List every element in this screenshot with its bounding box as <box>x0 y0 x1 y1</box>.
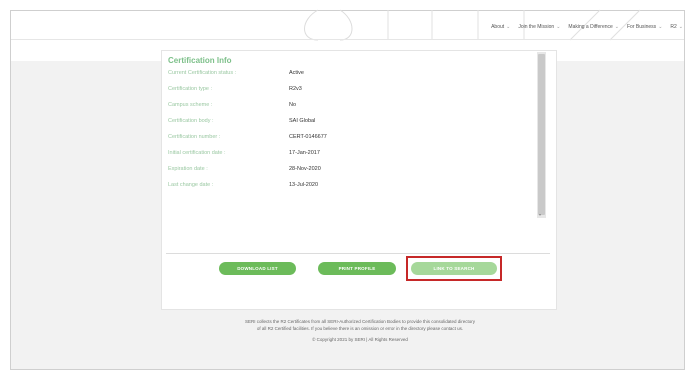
copyright-text: © Copyright 2021 by SERI | All Rights Re… <box>312 337 408 342</box>
section-title: Certification Info <box>168 56 232 65</box>
detail-label: Certification type : <box>168 86 213 92</box>
nav-item-label: Making a Difference <box>568 24 613 30</box>
detail-value: R2v3 <box>289 86 302 92</box>
nav-item-label: For Business <box>627 24 657 30</box>
footer-text-line: of all R2 Certified facilities. If you b… <box>256 326 464 331</box>
chevron-down-icon: ⌄ <box>658 24 663 30</box>
detail-row: Campus scheme : No <box>168 102 418 116</box>
detail-label: Campus scheme : <box>168 102 213 108</box>
nav-item-about[interactable]: About ⌄ <box>491 24 510 30</box>
detail-value: SAI Global <box>289 118 316 124</box>
detail-row: Initial certification date : 17-Jan-2017 <box>168 150 418 164</box>
actions-divider <box>166 253 550 254</box>
detail-value: 28-Nov-2020 <box>289 166 321 172</box>
chevron-down-icon: ⌄ <box>614 24 619 30</box>
detail-row: Expiration date : 28-Nov-2020 <box>168 166 418 180</box>
highlight-box <box>406 256 502 281</box>
detail-label: Expiration date : <box>168 166 208 172</box>
top-navigation: About ⌄ Join the Mission ⌄ Making a Differ… <box>491 24 683 30</box>
detail-label: Certification number : <box>168 134 221 140</box>
detail-label: Initial certification date : <box>168 150 226 156</box>
detail-row: Certification type : R2v3 <box>168 86 418 100</box>
detail-value: No <box>289 102 297 108</box>
detail-value: 17-Jan-2017 <box>289 150 320 156</box>
detail-value: Active <box>289 70 304 76</box>
detail-value: 13-Jul-2020 <box>289 182 319 188</box>
nav-item-join-the-mission[interactable]: Join the Mission ⌄ <box>518 24 560 30</box>
footer-text-line: SERI collects the R2 Certificates from a… <box>244 319 476 324</box>
print-profile-button[interactable]: PRINT PROFILE <box>318 262 396 275</box>
nav-item-label: Join the Mission <box>518 24 555 30</box>
footer: SERI collects the R2 Certificates from a… <box>180 318 540 343</box>
chevron-down-icon: ⌄ <box>506 24 511 30</box>
detail-row: Current Certification status : Active <box>168 70 418 84</box>
detail-label: Last change date : <box>168 182 214 188</box>
nav-item-label: R2 <box>670 24 677 30</box>
detail-label: Current Certification status : <box>168 70 237 76</box>
chevron-down-icon: ⌄ <box>678 24 683 30</box>
detail-value: CERT-0146677 <box>289 134 327 140</box>
detail-row: Last change date : 13-Jul-2020 <box>168 182 418 196</box>
detail-row: Certification body : SAI Global <box>168 118 418 132</box>
chevron-down-icon: ⌄ <box>556 24 561 30</box>
nav-item-for-business[interactable]: For Business ⌄ <box>627 24 662 30</box>
scroll-down-arrow-icon[interactable]: ▾ <box>539 212 541 217</box>
detail-row: Certification number : CERT-0146677 <box>168 134 418 148</box>
detail-label: Certification body : <box>168 118 214 124</box>
scrollbar-thumb[interactable] <box>538 54 545 215</box>
nav-item-making-a-difference[interactable]: Making a Difference ⌄ <box>568 24 619 30</box>
header-divider <box>11 39 684 40</box>
download-list-button[interactable]: DOWNLOAD LIST <box>219 262 296 275</box>
nav-item-r2[interactable]: R2 ⌄ <box>670 24 683 30</box>
nav-item-label: About <box>491 24 505 30</box>
